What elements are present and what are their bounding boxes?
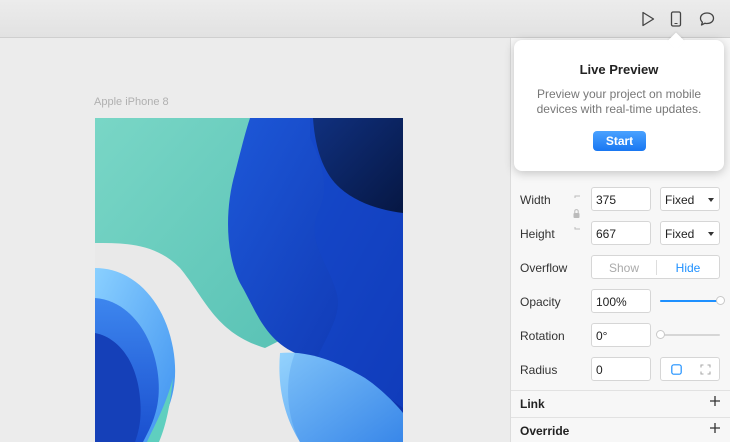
opacity-slider-fill: [660, 300, 720, 302]
height-label: Height: [520, 227, 555, 241]
device-icon[interactable]: [666, 9, 686, 29]
height-mode-value: Fixed: [665, 227, 695, 241]
height-row: Height 667 Fixed: [511, 221, 730, 247]
link-section[interactable]: Link: [511, 390, 730, 417]
rotation-label: Rotation: [520, 329, 565, 343]
design-canvas[interactable]: Apple iPhone 8: [0, 38, 510, 442]
overflow-label: Overflow: [520, 261, 568, 275]
overflow-show-option[interactable]: Show: [592, 261, 656, 275]
radius-label: Radius: [520, 363, 558, 377]
rotation-row: Rotation 0°: [511, 323, 730, 349]
width-row: Width 375 Fixed: [511, 187, 730, 213]
live-preview-popover: Live Preview Preview your project on mob…: [514, 32, 724, 171]
add-link-icon[interactable]: [709, 395, 721, 407]
overflow-hide-option[interactable]: Hide: [656, 261, 720, 275]
popover-description: Preview your project on mobile devices w…: [536, 87, 702, 116]
opacity-slider[interactable]: [660, 296, 725, 305]
opacity-label: Opacity: [520, 295, 561, 309]
overflow-toggle: Show Hide: [591, 255, 720, 279]
play-icon[interactable]: [638, 9, 658, 29]
width-mode-value: Fixed: [665, 193, 695, 207]
start-button[interactable]: Start: [593, 131, 646, 151]
iphone-frame[interactable]: [95, 118, 403, 442]
add-override-icon[interactable]: [709, 422, 721, 434]
comment-icon[interactable]: [697, 9, 717, 29]
override-section[interactable]: Override: [511, 417, 730, 442]
radius-row: Radius 0: [511, 357, 730, 383]
width-label: Width: [520, 193, 551, 207]
rotation-slider[interactable]: [656, 330, 720, 339]
popover-title: Live Preview: [579, 62, 659, 77]
rotation-slider-handle[interactable]: [656, 330, 665, 339]
width-input[interactable]: 375: [591, 187, 651, 211]
uniform-radius-icon[interactable]: [671, 364, 682, 375]
independent-corners-icon[interactable]: [700, 364, 711, 375]
radius-input[interactable]: 0: [591, 357, 651, 381]
width-mode-select[interactable]: Fixed: [660, 187, 720, 211]
frame-label[interactable]: Apple iPhone 8: [94, 96, 169, 108]
chevron-down-icon: [708, 198, 714, 202]
radius-mode-toggle: [660, 357, 720, 381]
chevron-down-icon: [708, 232, 714, 236]
override-section-title: Override: [520, 424, 570, 438]
rotation-input[interactable]: 0°: [591, 323, 651, 347]
height-input[interactable]: 667: [591, 221, 651, 245]
overflow-row: Overflow Show Hide: [511, 255, 730, 281]
height-mode-select[interactable]: Fixed: [660, 221, 720, 245]
link-section-title: Link: [520, 397, 545, 411]
opacity-input[interactable]: 100%: [591, 289, 651, 313]
wallpaper-image: [95, 118, 403, 442]
opacity-row: Opacity 100%: [511, 289, 730, 315]
top-toolbar: [0, 0, 730, 38]
opacity-slider-handle[interactable]: [716, 296, 725, 305]
